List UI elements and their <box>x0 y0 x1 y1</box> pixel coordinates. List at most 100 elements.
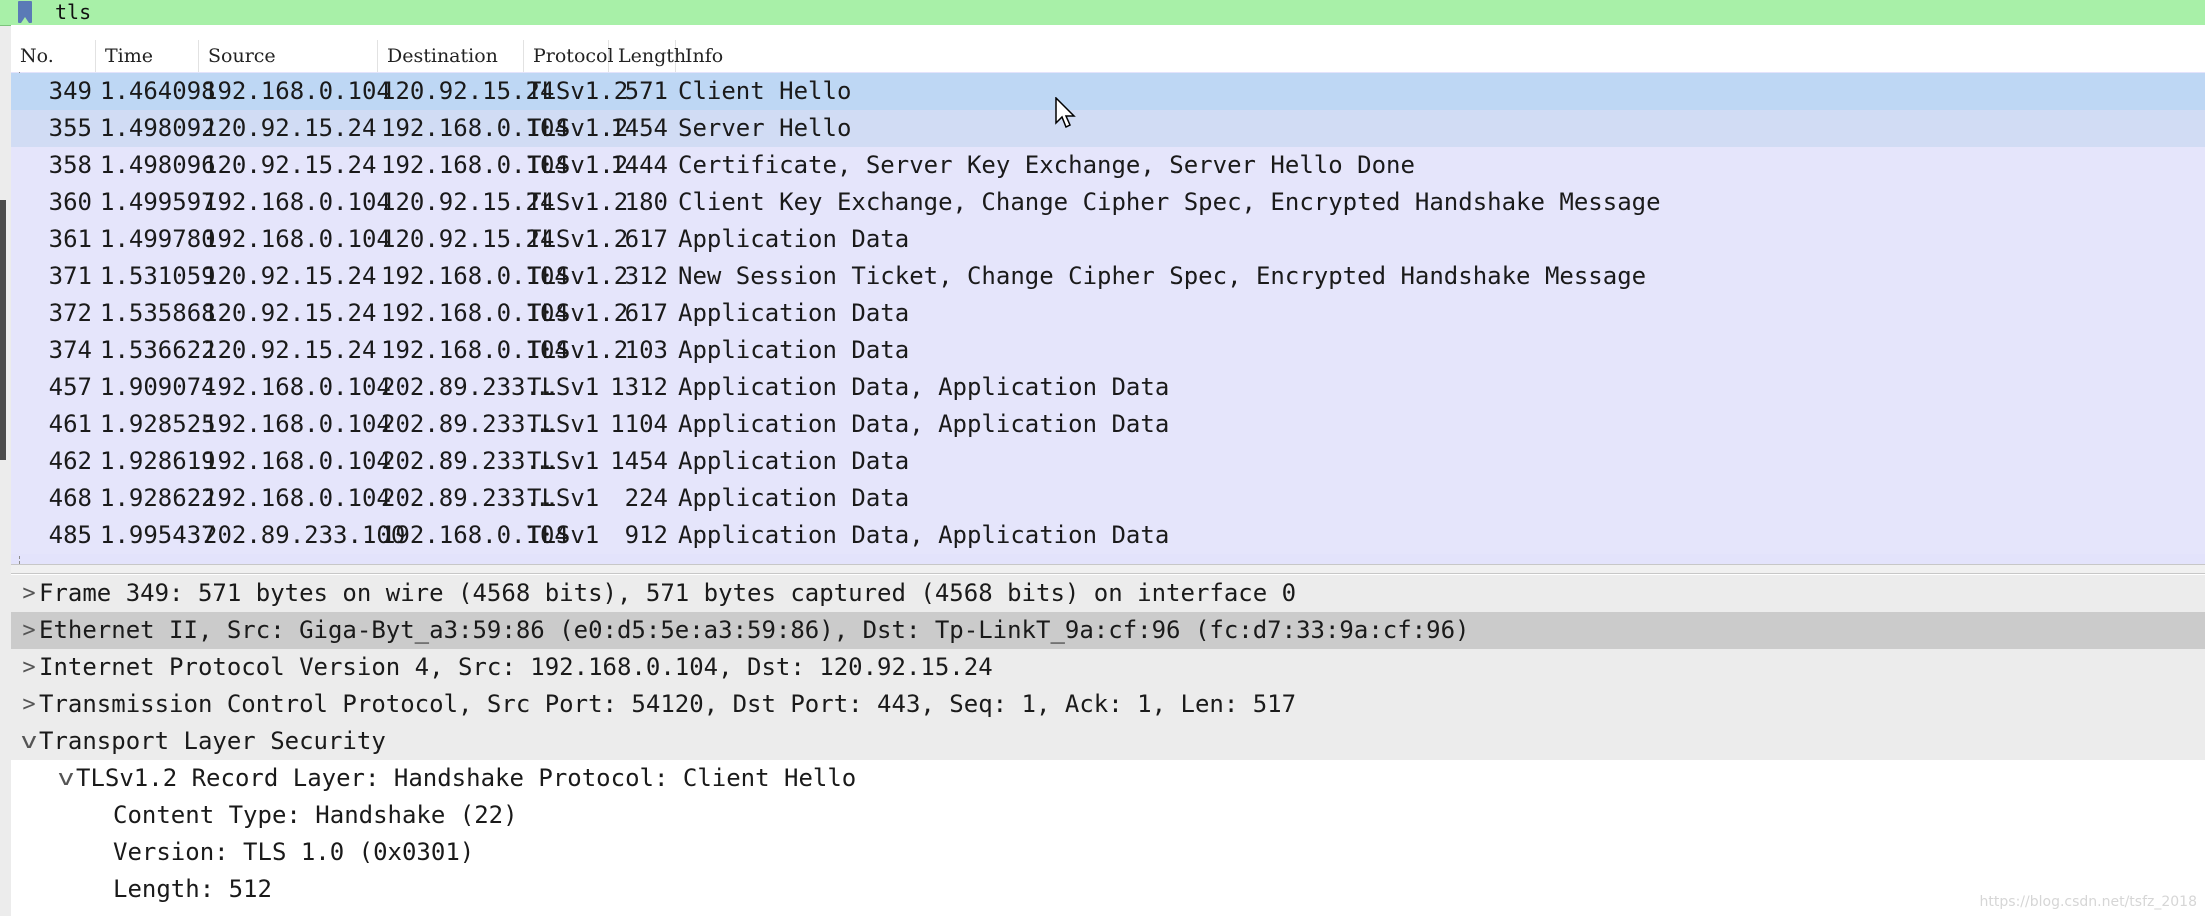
chevron-right-icon[interactable]: > <box>19 649 39 686</box>
display-filter-bar <box>0 0 2205 26</box>
packet-row[interactable]: 462 1.928619 192.168.0.104 202.89.233.… TLSv… <box>11 443 2205 480</box>
cell-source: 192.168.0.104 <box>203 373 391 401</box>
detail-tree-item[interactable]: v Transport Layer Security <box>11 723 2205 760</box>
packet-details-tree: > Frame 349: 571 bytes on wire (4568 bits… <box>11 574 2205 916</box>
cell-source: 120.92.15.24 <box>203 336 377 364</box>
cell-no: 355 <box>48 114 92 142</box>
cell-no: 485 <box>48 521 92 549</box>
cell-info: Client Key Exchange, Change Cipher Spec,… <box>678 188 1661 216</box>
cell-no: 462 <box>48 447 92 475</box>
cell-info: Application Data <box>678 336 910 364</box>
cell-source: 192.168.0.104 <box>203 447 391 475</box>
packet-row[interactable]: 372 1.535868 120.92.15.24 192.168.0.104 TLSv… <box>11 295 2205 332</box>
display-filter-input[interactable] <box>55 0 655 25</box>
packet-list-header: No. Time Source Destination Protocol Len… <box>11 40 2205 73</box>
cell-time: 1.531059 <box>100 262 216 290</box>
cell-length: 571 <box>624 77 668 105</box>
cell-source: 120.92.15.24 <box>203 114 377 142</box>
cell-no: 372 <box>48 299 92 327</box>
chevron-right-icon[interactable]: > <box>19 612 39 649</box>
packet-row[interactable]: 360 1.499597 192.168.0.104 120.92.15.24 TLSv… <box>11 184 2205 221</box>
column-header-length[interactable]: Length <box>609 40 686 72</box>
detail-tree-item[interactable]: Version: TLS 1.0 (0x0301) <box>11 834 2205 871</box>
cell-info: Certificate, Server Key Exchange, Server… <box>678 151 1415 179</box>
cell-length: 1454 <box>610 447 668 475</box>
detail-tree-item[interactable]: > Transmission Control Protocol, Src Port… <box>11 686 2205 723</box>
packet-row[interactable]: 485 1.995437 202.89.233.100 192.168.0.104 TL… <box>11 517 2205 554</box>
cell-time: 1.464098 <box>100 77 216 105</box>
chevron-right-icon[interactable]: > <box>19 575 39 612</box>
detail-tree-item[interactable]: > Internet Protocol Version 4, Src: 192.1… <box>11 649 2205 686</box>
detail-tree-label: Internet Protocol Version 4, Src: 192.16… <box>39 653 993 681</box>
cell-time: 1.499597 <box>100 188 216 216</box>
cell-info: Application Data <box>678 447 910 475</box>
cell-protocol: TLSv1 <box>527 410 600 438</box>
cell-time: 1.928619 <box>100 447 216 475</box>
detail-tree-label: TLSv1.2 Record Layer: Handshake Protocol… <box>76 764 857 792</box>
mouse-cursor-icon <box>1055 97 1076 129</box>
cell-info: Application Data <box>678 225 910 253</box>
column-header-source[interactable]: Source <box>199 40 378 72</box>
cell-length: 312 <box>624 262 668 290</box>
cell-info: New Session Ticket, Change Cipher Spec, … <box>678 262 1647 290</box>
cell-no: 349 <box>48 77 92 105</box>
packet-row[interactable]: 349 1.464098 192.168.0.104 120.92.15.24 TLSv… <box>11 73 2205 110</box>
cell-source: 120.92.15.24 <box>203 299 377 327</box>
column-header-no[interactable]: No. <box>11 40 96 72</box>
cell-time: 1.928525 <box>100 410 216 438</box>
column-header-info[interactable]: Info <box>676 40 2205 72</box>
detail-tree-item[interactable]: > Frame 349: 571 bytes on wire (4568 bits… <box>11 575 2205 612</box>
packet-row[interactable]: 461 1.928525 192.168.0.104 202.89.233.… TLSv… <box>11 406 2205 443</box>
column-header-time[interactable]: Time <box>96 40 199 72</box>
cell-length: 1454 <box>610 114 668 142</box>
cell-time: 1.498096 <box>100 151 216 179</box>
detail-tree-label: Transport Layer Security <box>39 727 386 755</box>
packet-row[interactable]: 457 1.909074 192.168.0.104 202.89.233.… TLSv… <box>11 369 2205 406</box>
cell-protocol: TLSv1 <box>527 521 600 549</box>
cell-info: Application Data <box>678 299 910 327</box>
watermark: https://blog.csdn.net/tsfz_2018 <box>1979 894 2197 910</box>
cell-length: 103 <box>624 336 668 364</box>
packet-row[interactable]: 374 1.536622 120.92.15.24 192.168.0.104 TLSv… <box>11 332 2205 369</box>
cell-source: 192.168.0.104 <box>203 77 391 105</box>
packet-row[interactable]: 468 1.928622 192.168.0.104 202.89.233.… TLSv… <box>11 480 2205 517</box>
detail-tree-item[interactable]: Length: 512 <box>11 871 2205 908</box>
detail-tree-label: Content Type: Handshake (22) <box>113 801 518 829</box>
cell-source: 192.168.0.104 <box>203 225 391 253</box>
cell-no: 468 <box>48 484 92 512</box>
cell-length: 617 <box>624 299 668 327</box>
cell-no: 457 <box>48 373 92 401</box>
cell-source: 192.168.0.104 <box>203 484 391 512</box>
packet-row[interactable]: 355 1.498092 120.92.15.24 192.168.0.104 TLSv… <box>11 110 2205 147</box>
cell-info: Application Data <box>678 484 910 512</box>
cell-time: 1.995437 <box>100 521 216 549</box>
packet-row[interactable]: 358 1.498096 120.92.15.24 192.168.0.104 TLSv… <box>11 147 2205 184</box>
cell-no: 360 <box>48 188 92 216</box>
chevron-right-icon[interactable]: > <box>19 686 39 723</box>
packet-row[interactable]: 371 1.531059 120.92.15.24 192.168.0.104 TLSv… <box>11 258 2205 295</box>
cell-length: 912 <box>624 521 668 549</box>
cell-length: 1104 <box>610 410 668 438</box>
cell-no: 374 <box>48 336 92 364</box>
pane-splitter[interactable] <box>11 564 2205 574</box>
cell-time: 1.928622 <box>100 484 216 512</box>
cell-length: 180 <box>624 188 668 216</box>
cell-info: Client Hello <box>678 77 852 105</box>
cell-info: Server Hello <box>678 114 852 142</box>
packet-list: 349 1.464098 192.168.0.104 120.92.15.24 TLSv… <box>11 72 2205 564</box>
detail-tree-item[interactable]: > Ethernet II, Src: Giga-Byt_a3:59:86 (e0… <box>11 612 2205 649</box>
packet-row[interactable]: 361 1.499780 192.168.0.104 120.92.15.24 TLSv… <box>11 221 2205 258</box>
cell-no: 461 <box>48 410 92 438</box>
bookmark-icon[interactable] <box>18 1 32 23</box>
column-header-protocol[interactable]: Protocol <box>524 40 614 72</box>
cell-source: 192.168.0.104 <box>203 188 391 216</box>
detail-tree-item[interactable]: v TLSv1.2 Record Layer: Handshake Protoco… <box>11 760 2205 797</box>
cell-length: 617 <box>624 225 668 253</box>
cell-protocol: TLSv1 <box>527 484 600 512</box>
column-header-destination[interactable]: Destination <box>378 40 524 72</box>
cell-length: 1444 <box>610 151 668 179</box>
cell-protocol: TLSv1 <box>527 447 600 475</box>
detail-tree-item[interactable]: Content Type: Handshake (22) <box>11 797 2205 834</box>
cell-length: 224 <box>624 484 668 512</box>
cell-time: 1.536622 <box>100 336 216 364</box>
